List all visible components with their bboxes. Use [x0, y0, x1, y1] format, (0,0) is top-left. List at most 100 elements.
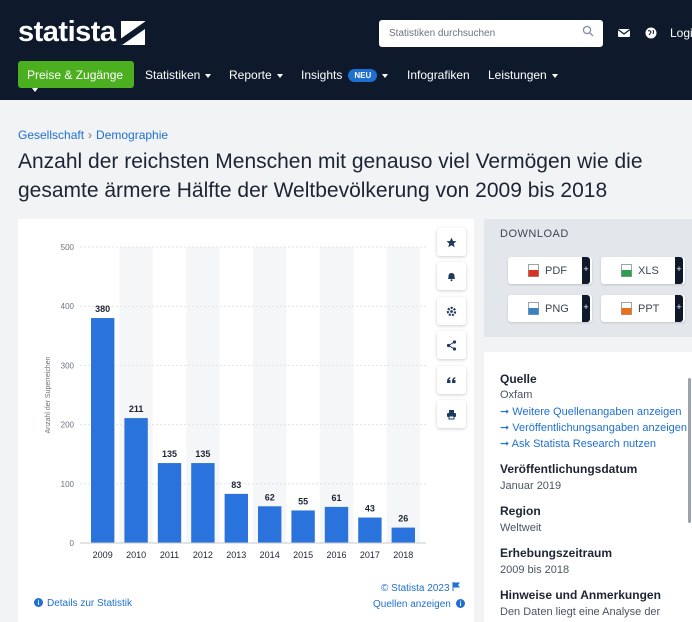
png-file-icon[interactable] [528, 302, 539, 315]
cite-button[interactable] [437, 366, 466, 394]
data-label: 83 [231, 480, 241, 490]
y-axis-label: Anzahl der Superreichen [45, 356, 52, 433]
xls-label[interactable]: XLS [638, 265, 659, 277]
info-scrollbar[interactable] [688, 378, 691, 523]
pricing-label[interactable]: Preise & Zugänge [27, 68, 123, 82]
nav-reporte[interactable]: Reporte [229, 68, 283, 82]
bar[interactable] [358, 517, 382, 543]
copyright-text[interactable]: © Statista 2023 [381, 583, 450, 594]
search-input[interactable]: Statistiken durchsuchen [379, 20, 603, 47]
nav-insights-label[interactable]: Insights [301, 68, 342, 82]
chevron-down-icon[interactable] [205, 73, 212, 78]
ppt-label[interactable]: PPT [638, 303, 659, 315]
bar[interactable] [258, 506, 282, 543]
search-icon[interactable] [582, 25, 594, 37]
settings-button[interactable] [437, 297, 466, 325]
xls-plus-button[interactable]: + [675, 257, 683, 284]
chevron-down-icon[interactable] [551, 73, 558, 78]
bar[interactable] [191, 463, 215, 543]
x-tick-label: 2013 [226, 550, 246, 560]
column-band [386, 247, 420, 543]
chevron-down-icon[interactable] [382, 73, 389, 78]
favorite-button[interactable] [437, 228, 466, 256]
download-ppt-button[interactable]: PPT [601, 295, 685, 322]
x-tick-label: 2009 [93, 550, 113, 560]
bar[interactable] [224, 493, 248, 543]
print-button[interactable] [437, 400, 466, 428]
details-text[interactable]: Details zur Statistik [47, 598, 132, 609]
ask-research-link[interactable]: ➞ Ask Statista Research nutzen [500, 437, 656, 450]
flag-icon[interactable] [452, 582, 461, 591]
nav-statistiken[interactable]: Statistiken [145, 68, 212, 82]
bar[interactable] [124, 418, 148, 543]
nav-infografiken-label[interactable]: Infografiken [407, 68, 470, 82]
png-label[interactable]: PNG [545, 303, 569, 315]
download-title: DOWNLOAD [500, 228, 569, 240]
download-pdf-button[interactable]: PDF [508, 257, 592, 284]
bar[interactable] [324, 506, 349, 543]
share-button[interactable] [437, 331, 466, 359]
ppt-plus-button[interactable]: + [675, 295, 683, 322]
more-sources-text[interactable]: Weitere Quellenangaben anzeigen [512, 406, 681, 418]
arrow-right-icon[interactable]: ➞ [500, 438, 512, 450]
period-value: 2009 bis 2018 [500, 564, 570, 576]
arrow-right-icon[interactable]: ➞ [500, 406, 512, 418]
info-icon[interactable] [34, 598, 43, 607]
chevron-down-icon[interactable] [276, 73, 283, 78]
bar[interactable] [91, 318, 115, 543]
info-icon[interactable] [455, 599, 465, 608]
nav-leistungen-label[interactable]: Leistungen [488, 68, 547, 82]
logo-text[interactable]: statista [18, 16, 116, 49]
arrow-right-icon[interactable]: ➞ [500, 422, 512, 434]
png-plus-button[interactable]: + [582, 295, 590, 322]
logo-mark-icon[interactable] [120, 20, 145, 45]
pdf-plus-button[interactable]: + [582, 257, 590, 284]
chevron-down-icon[interactable] [32, 87, 38, 92]
sources-text[interactable]: Quellen anzeigen [373, 599, 451, 610]
print-icon[interactable] [446, 409, 457, 420]
source-heading: Quelle [500, 372, 537, 386]
download-png-button[interactable]: PNG [508, 295, 592, 322]
ppt-file-icon[interactable] [621, 302, 632, 315]
nav-reporte-label[interactable]: Reporte [229, 68, 272, 82]
download-xls-button[interactable]: XLS [601, 257, 685, 284]
copyright-link[interactable]: © Statista 2023 [381, 582, 461, 594]
x-tick-label: 2015 [293, 550, 313, 560]
more-sources-link[interactable]: ➞ Weitere Quellenangaben anzeigen [500, 405, 681, 418]
share-icon[interactable] [446, 339, 457, 351]
sources-link[interactable]: Quellen anzeigen [373, 599, 465, 610]
search-placeholder[interactable]: Statistiken durchsuchen [389, 28, 495, 39]
y-tick-label: 200 [61, 421, 75, 430]
ask-research-text[interactable]: Ask Statista Research nutzen [512, 438, 656, 450]
gear-icon[interactable] [446, 306, 457, 317]
data-label: 55 [298, 496, 308, 506]
xls-file-icon[interactable] [621, 264, 632, 277]
login-link[interactable]: Login [670, 26, 692, 40]
nav-statistiken-label[interactable]: Statistiken [145, 68, 200, 82]
breadcrumb-demographie[interactable]: Demographie [96, 128, 168, 142]
pricing-button[interactable]: Preise & Zugänge [18, 61, 134, 92]
bar[interactable] [391, 527, 415, 543]
quote-icon[interactable] [446, 375, 457, 386]
star-icon[interactable] [446, 237, 457, 248]
mail-icon[interactable] [617, 26, 631, 40]
nav-insights[interactable]: Insights NEU [301, 68, 389, 82]
bell-icon[interactable] [446, 271, 457, 282]
publication-info-link[interactable]: ➞ Veröffentlichungsangaben anzeigen [500, 421, 687, 434]
alert-button[interactable] [437, 262, 466, 290]
bar[interactable] [157, 463, 182, 543]
globe-icon[interactable] [644, 26, 658, 40]
breadcrumb-gesellschaft[interactable]: Gesellschaft [18, 128, 84, 142]
bar[interactable] [291, 510, 315, 543]
info-panel: Quelle Oxfam ➞ Weitere Quellenangaben an… [484, 352, 692, 622]
statista-logo[interactable]: statista [18, 16, 145, 49]
pdf-file-icon[interactable] [528, 264, 539, 277]
details-link[interactable]: Details zur Statistik [34, 598, 132, 609]
data-label: 26 [398, 514, 408, 524]
y-tick-label: 100 [61, 480, 75, 489]
notes-value: Den Daten liegt eine Analyse der [500, 606, 661, 618]
publication-info-text[interactable]: Veröffentlichungsangaben anzeigen [512, 422, 687, 434]
pdf-label[interactable]: PDF [545, 265, 567, 277]
nav-leistungen[interactable]: Leistungen [488, 68, 558, 82]
nav-infografiken[interactable]: Infografiken [407, 68, 470, 82]
